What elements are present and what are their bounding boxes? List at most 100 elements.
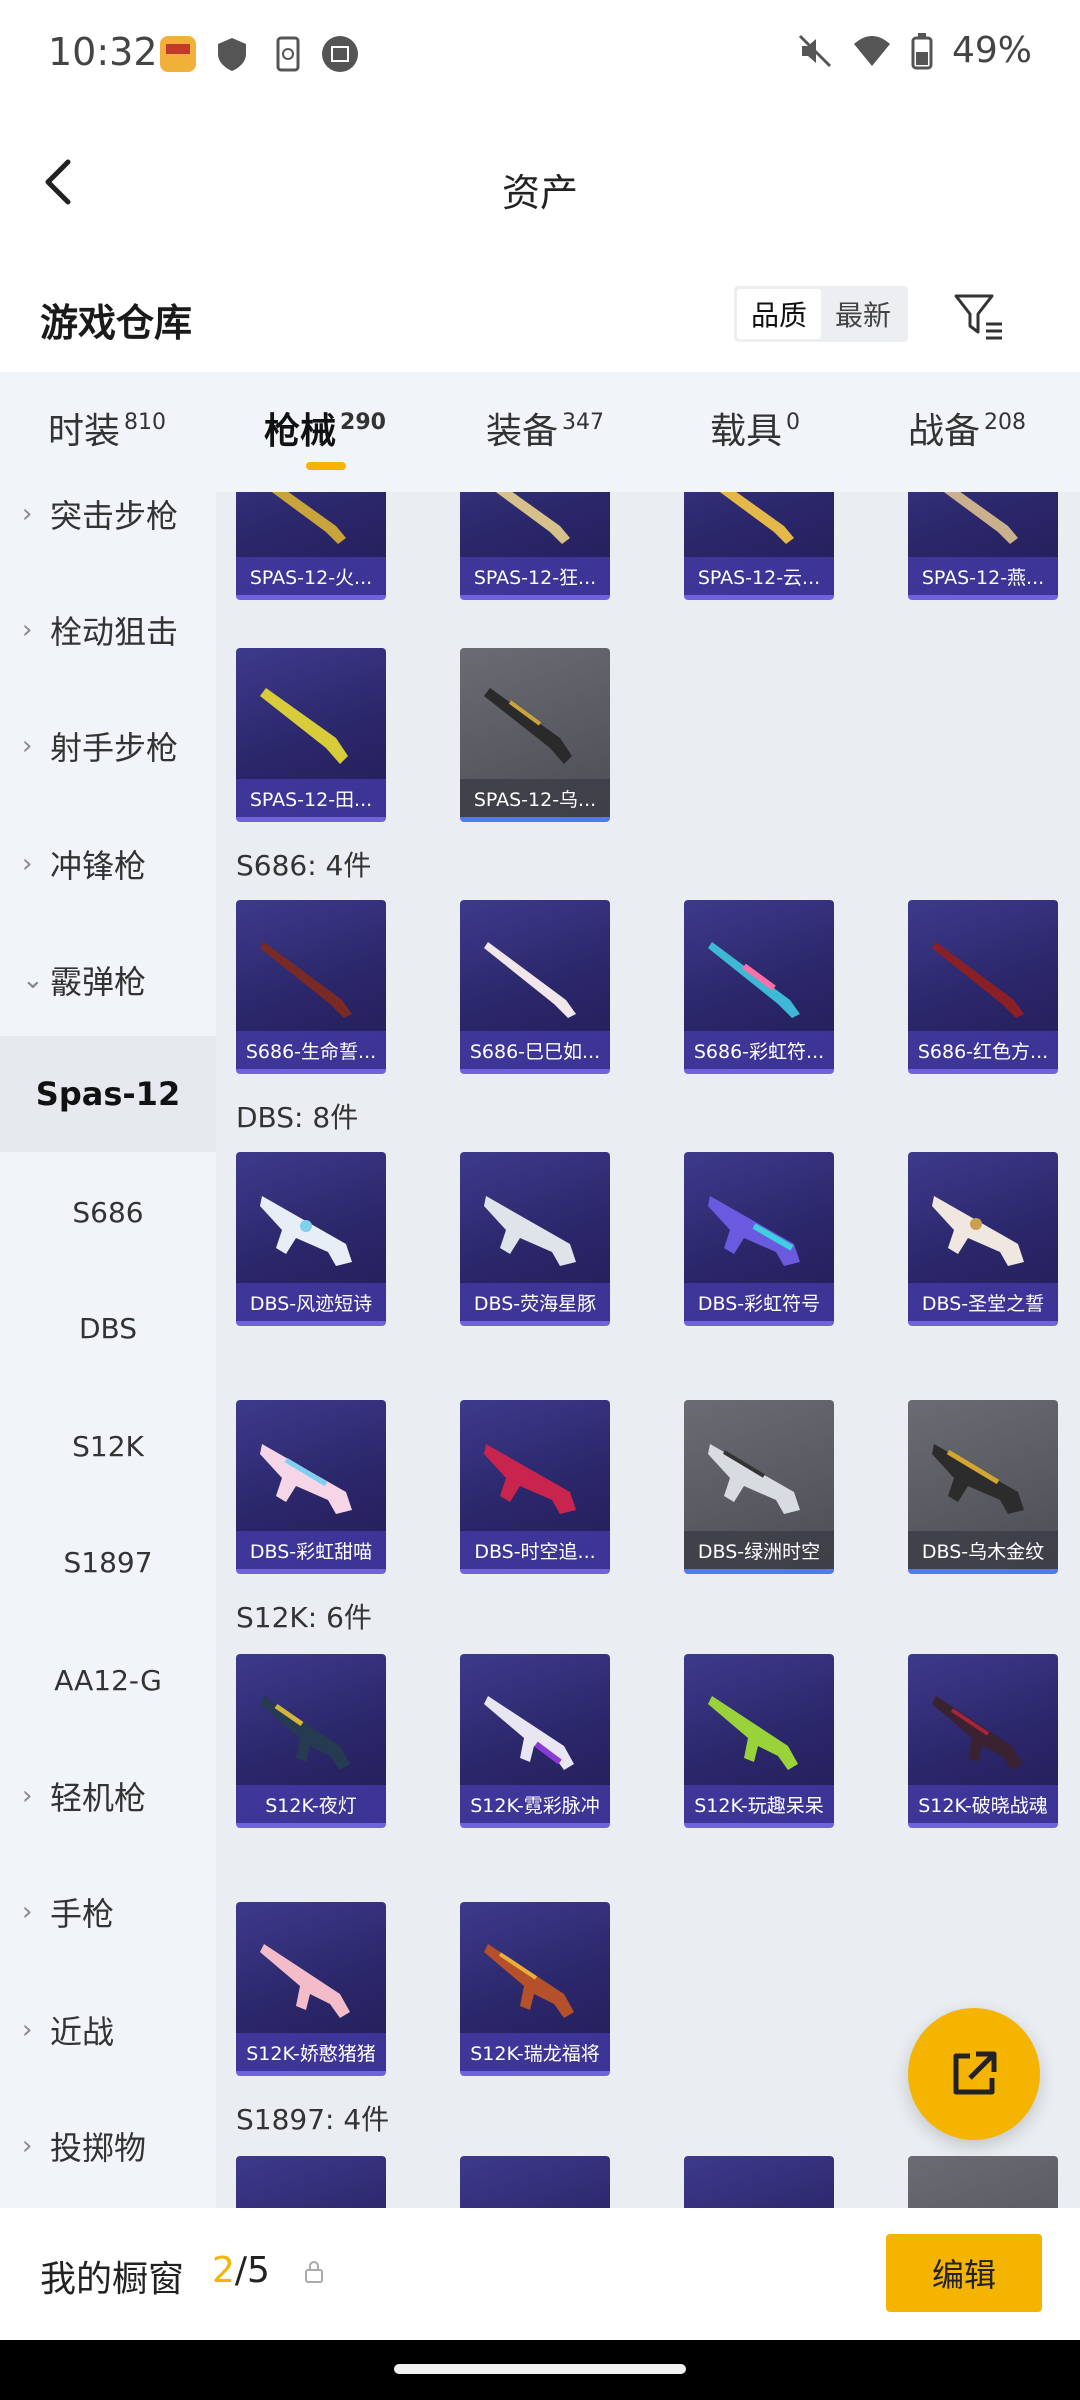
weapon-card[interactable] xyxy=(460,2156,610,2208)
weapon-card[interactable]: DBS-绿洲时空 xyxy=(684,1400,834,1574)
weapon-card[interactable]: SPAS-12-田... xyxy=(236,648,386,822)
weapon-card[interactable]: SPAS-12-燕... xyxy=(908,492,1058,600)
weapon-card-label: S12K-瑞龙福将 xyxy=(460,2033,610,2071)
tab-count: 347 xyxy=(562,410,605,435)
weapon-card[interactable] xyxy=(908,2156,1058,2208)
sort-latest-button[interactable]: 最新 xyxy=(821,289,905,339)
phone-sync-icon xyxy=(276,36,300,72)
shield-icon xyxy=(218,38,246,71)
tab-guns[interactable]: 枪械 290 xyxy=(264,402,386,454)
battery-percent: 49% xyxy=(951,30,1032,71)
weapon-card[interactable]: DBS-风迹短诗 xyxy=(236,1152,386,1326)
weapon-card[interactable]: DBS-时空追... xyxy=(460,1400,610,1574)
sidebar-item-bolt-sniper[interactable]: › 栓动狙击 xyxy=(0,572,216,688)
weapon-card[interactable]: S12K-霓彩脉冲 xyxy=(460,1654,610,1828)
sidebar-item-label: 手枪 xyxy=(50,1895,115,1933)
weapon-card[interactable]: DBS-乌木金纹 xyxy=(908,1400,1058,1574)
chevron-right-icon: › xyxy=(22,499,33,529)
section-header-dbs: DBS: 8件 xyxy=(236,1101,359,1134)
chevron-right-icon: › xyxy=(22,2015,33,2045)
weapon-card[interactable]: SPAS-12-狂... xyxy=(460,492,610,600)
sidebar-item-assault-rifle[interactable]: › 突击步枪 xyxy=(0,492,216,572)
game-app-icon xyxy=(160,36,196,72)
weapon-card[interactable]: SPAS-12-云... xyxy=(684,492,834,600)
weapon-card[interactable]: S686-红色方... xyxy=(908,900,1058,1074)
weapon-card[interactable]: S12K-瑞龙福将 xyxy=(460,1902,610,2076)
sidebar-sub-s686[interactable]: S686 xyxy=(0,1154,216,1270)
sort-toggle: 品质 最新 xyxy=(734,286,908,342)
shotgun-icon xyxy=(943,492,1018,544)
page-title: 资产 xyxy=(501,171,578,215)
weapon-card-label: DBS-时空追... xyxy=(460,1531,610,1569)
tab-vehicles[interactable]: 载具 0 xyxy=(710,402,800,454)
weapon-card[interactable]: S12K-娇憨猪猪 xyxy=(236,1902,386,2076)
sort-quality-button[interactable]: 品质 xyxy=(737,289,821,339)
weapon-card[interactable]: S686-巳巳如... xyxy=(460,900,610,1074)
sidebar-item-pistol[interactable]: › 手枪 xyxy=(0,1854,216,1970)
share-fab-button[interactable] xyxy=(908,2008,1040,2140)
section-header-s1897: S1897: 4件 xyxy=(236,2103,390,2136)
system-nav-bar xyxy=(0,2340,1080,2400)
rifle-shotgun-icon xyxy=(708,1696,798,1770)
filter-icon[interactable] xyxy=(950,288,1006,344)
tab-equipment[interactable]: 装备 347 xyxy=(486,402,604,454)
weapon-card[interactable]: DBS-彩虹甜喵 xyxy=(236,1400,386,1574)
lock-icon xyxy=(305,2261,323,2283)
sidebar-item-smg[interactable]: › 冲锋枪 xyxy=(0,806,216,922)
rifle-shotgun-icon xyxy=(260,1944,350,2018)
weapon-card[interactable]: DBS-彩虹符号 xyxy=(684,1152,834,1326)
tab-supplies[interactable]: 战备 208 xyxy=(908,402,1026,454)
chevron-down-icon: ⌄ xyxy=(22,965,44,995)
edit-button[interactable]: 编辑 xyxy=(886,2234,1042,2312)
sidebar-sub-aa12g[interactable]: AA12-G xyxy=(0,1622,216,1738)
sidebar-sub-spas12[interactable]: Spas-12 xyxy=(0,1036,216,1152)
bullpup-shotgun-icon xyxy=(484,1444,576,1514)
wifi-icon xyxy=(853,35,890,66)
sidebar-sub-s12k[interactable]: S12K xyxy=(0,1388,216,1504)
weapon-card[interactable]: DBS-荧海星豚 xyxy=(460,1152,610,1326)
sidebar-sub-dbs[interactable]: DBS xyxy=(0,1270,216,1386)
shotgun-icon xyxy=(260,688,348,764)
weapon-card-label: DBS-圣堂之誓 xyxy=(908,1283,1058,1321)
bottom-showcase-bar: 我的橱窗 2/5 编辑 xyxy=(0,2208,1080,2340)
sidebar-item-melee[interactable]: › 近战 xyxy=(0,1972,216,2088)
showcase-label: 我的橱窗 xyxy=(40,2259,185,2300)
weapon-card[interactable] xyxy=(684,2156,834,2208)
weapon-card[interactable]: S12K-玩趣呆呆 xyxy=(684,1654,834,1828)
shotgun-icon xyxy=(495,492,570,544)
home-gesture-handle[interactable] xyxy=(394,2364,686,2374)
sidebar-item-shotgun[interactable]: ⌄ 霰弹枪 xyxy=(0,922,216,1038)
weapon-card[interactable]: DBS-圣堂之誓 xyxy=(908,1152,1058,1326)
external-link-icon xyxy=(953,2051,997,2095)
tab-fashion[interactable]: 时装 810 xyxy=(48,402,166,454)
tab-underline xyxy=(306,462,346,470)
weapon-card[interactable]: SPAS-12-乌... xyxy=(460,648,610,822)
sidebar-item-marksman-rifle[interactable]: › 射手步枪 xyxy=(0,688,216,804)
sidebar-item-label: 突击步枪 xyxy=(50,497,179,535)
weapon-card-label: S12K-玩趣呆呆 xyxy=(684,1785,834,1823)
sidebar-item-label: 射手步枪 xyxy=(50,729,179,767)
weapon-card[interactable]: S12K-破晓战魂 xyxy=(908,1654,1058,1828)
sidebar-sub-s1897[interactable]: S1897 xyxy=(0,1504,216,1620)
shotgun-icon xyxy=(708,942,800,1018)
tab-label: 载具 xyxy=(710,411,783,452)
weapon-card-label: SPAS-12-乌... xyxy=(460,779,610,817)
mute-icon xyxy=(798,34,832,67)
battery-icon xyxy=(911,32,933,69)
tab-count: 208 xyxy=(984,410,1027,435)
sidebar-item-lmg[interactable]: › 轻机枪 xyxy=(0,1738,216,1854)
weapon-card[interactable]: S12K-夜灯 xyxy=(236,1654,386,1828)
weapon-card-label: SPAS-12-燕... xyxy=(908,557,1058,595)
weapon-category-sidebar: › 突击步枪 › 栓动狙击 › 射手步枪 › 冲锋枪 ⌄ 霰弹枪 Spas-12 S686… xyxy=(0,492,216,2208)
sidebar-item-label: 近战 xyxy=(50,2013,115,2051)
weapon-card[interactable]: S686-生命誓... xyxy=(236,900,386,1074)
weapon-card[interactable]: SPAS-12-火... xyxy=(236,492,386,600)
sidebar-item-throwable[interactable]: › 投掷物 xyxy=(0,2088,216,2204)
showcase-current: 2 xyxy=(212,2250,235,2291)
weapon-card[interactable]: S686-彩虹符... xyxy=(684,900,834,1074)
status-right: 49% xyxy=(796,30,1032,71)
tab-label: 装备 xyxy=(486,411,559,452)
weapon-card-label: S12K-娇憨猪猪 xyxy=(236,2033,386,2071)
weapon-card[interactable] xyxy=(236,2156,386,2208)
sidebar-item-label: 投掷物 xyxy=(50,2129,147,2167)
